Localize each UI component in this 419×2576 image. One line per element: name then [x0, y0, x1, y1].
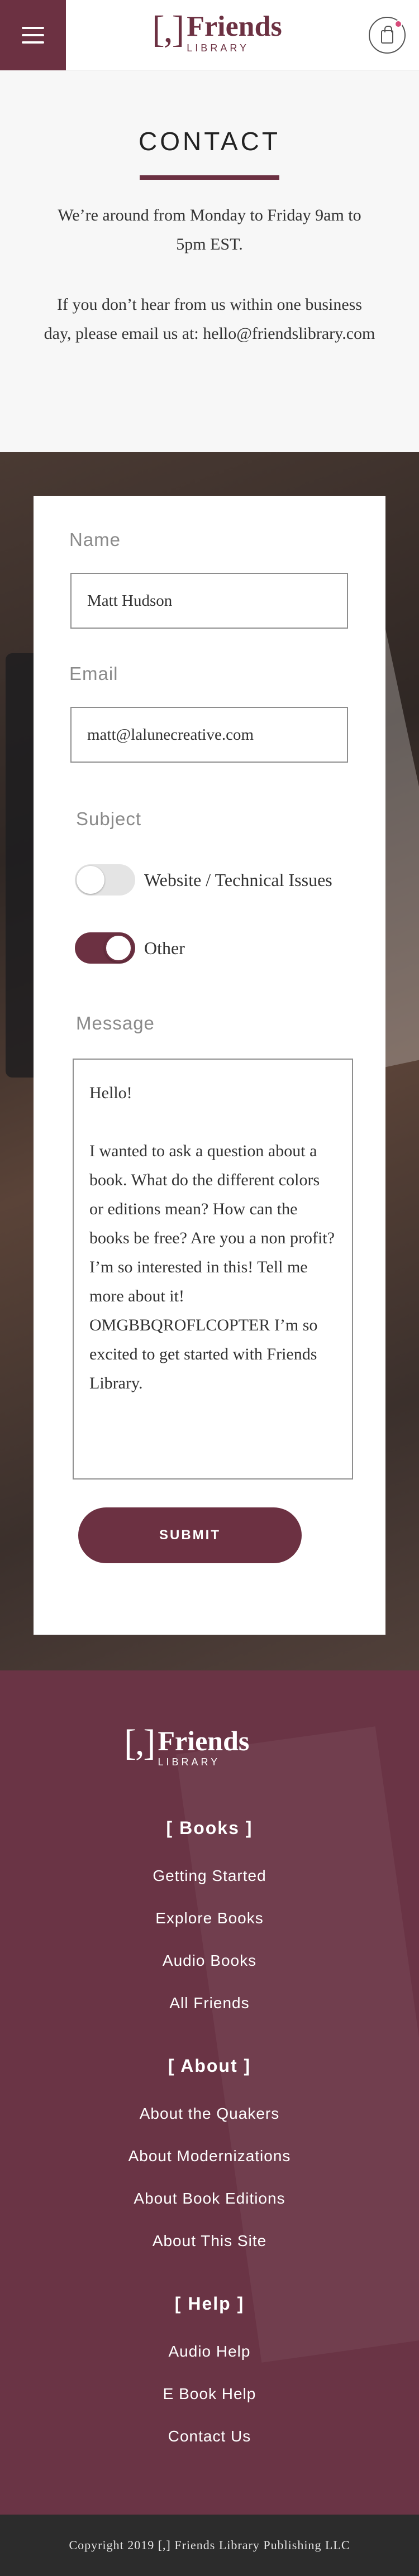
toggle-knob	[104, 934, 132, 962]
footer-link-contact-us[interactable]: Contact Us	[0, 2427, 419, 2445]
subject-option-website-label[interactable]: Website / Technical Issues	[144, 870, 332, 890]
shopping-bag-icon	[381, 26, 393, 44]
email-field[interactable]: matt@lalunecreative.com	[70, 707, 348, 763]
menu-icon-bar	[22, 34, 44, 36]
logo-word-friends: Friends	[187, 11, 282, 42]
logo-word-library: LIBRARY	[187, 42, 249, 54]
copyright-bar: Copyright 2019 [,] Friends Library Publi…	[0, 2515, 419, 2576]
hamburger-menu-button[interactable]	[0, 0, 66, 70]
footer-link-explore-books[interactable]: Explore Books	[0, 1909, 419, 1927]
subject-option-other-label[interactable]: Other	[144, 938, 185, 959]
footer-link-about-quakers[interactable]: About the Quakers	[0, 2105, 419, 2123]
footer-logo-word-library: LIBRARY	[158, 1756, 221, 1768]
contact-intro: CONTACT We’re around from Monday to Frid…	[0, 70, 419, 452]
email-label: Email	[69, 663, 118, 684]
footer-logo-word-friends: Friends	[158, 1725, 250, 1756]
message-label: Message	[76, 1013, 155, 1033]
subject-label: Subject	[76, 808, 142, 829]
site-footer: [,] Friends LIBRARY [ Books ] Getting St…	[0, 1670, 419, 2515]
cart-button[interactable]	[369, 17, 406, 54]
footer-link-about-editions[interactable]: About Book Editions	[0, 2190, 419, 2208]
name-label: Name	[69, 529, 121, 550]
submit-button[interactable]: SUBMIT	[78, 1507, 302, 1563]
subject-toggle-website[interactable]	[75, 864, 135, 896]
name-field[interactable]: Matt Hudson	[70, 573, 348, 629]
hours-text: We’re around from Monday to Friday 9am t…	[58, 206, 361, 253]
copyright-text: Copyright 2019 [,] Friends Library Publi…	[69, 2538, 350, 2552]
site-logo[interactable]: [,] Friends LIBRARY	[152, 8, 282, 54]
logo-bracket: [,]	[152, 8, 184, 50]
footer-link-audio-books[interactable]: Audio Books	[0, 1952, 419, 1970]
footer-link-all-friends[interactable]: All Friends	[0, 1994, 419, 2012]
footer-link-about-modernizations[interactable]: About Modernizations	[0, 2147, 419, 2165]
page-title: CONTACT	[139, 127, 280, 156]
toggle-knob	[77, 866, 104, 894]
menu-icon-bar	[22, 41, 44, 44]
footer-link-audio-help[interactable]: Audio Help	[0, 2343, 419, 2360]
footer-heading-help: [ Help ]	[174, 2293, 245, 2314]
footer-link-about-site[interactable]: About This Site	[0, 2232, 419, 2250]
title-underline	[140, 175, 279, 180]
footer-link-ebook-help[interactable]: E Book Help	[0, 2385, 419, 2403]
footer-heading-about: [ About ]	[168, 2056, 251, 2076]
message-textarea[interactable]: Hello! I wanted to ask a question about …	[73, 1059, 353, 1479]
footer-logo[interactable]: [,] Friends LIBRARY	[124, 1722, 250, 1768]
site-header: [,] Friends LIBRARY	[0, 0, 419, 70]
footer-link-getting-started[interactable]: Getting Started	[0, 1867, 419, 1885]
footer-heading-books: [ Books ]	[166, 1818, 253, 1838]
email-info-text: If you don’t hear from us within one bus…	[44, 295, 375, 343]
subject-toggle-other[interactable]	[75, 932, 135, 964]
footer-logo-bracket: [,]	[124, 1722, 155, 1763]
menu-icon-bar	[22, 27, 44, 29]
cart-badge	[394, 20, 402, 28]
